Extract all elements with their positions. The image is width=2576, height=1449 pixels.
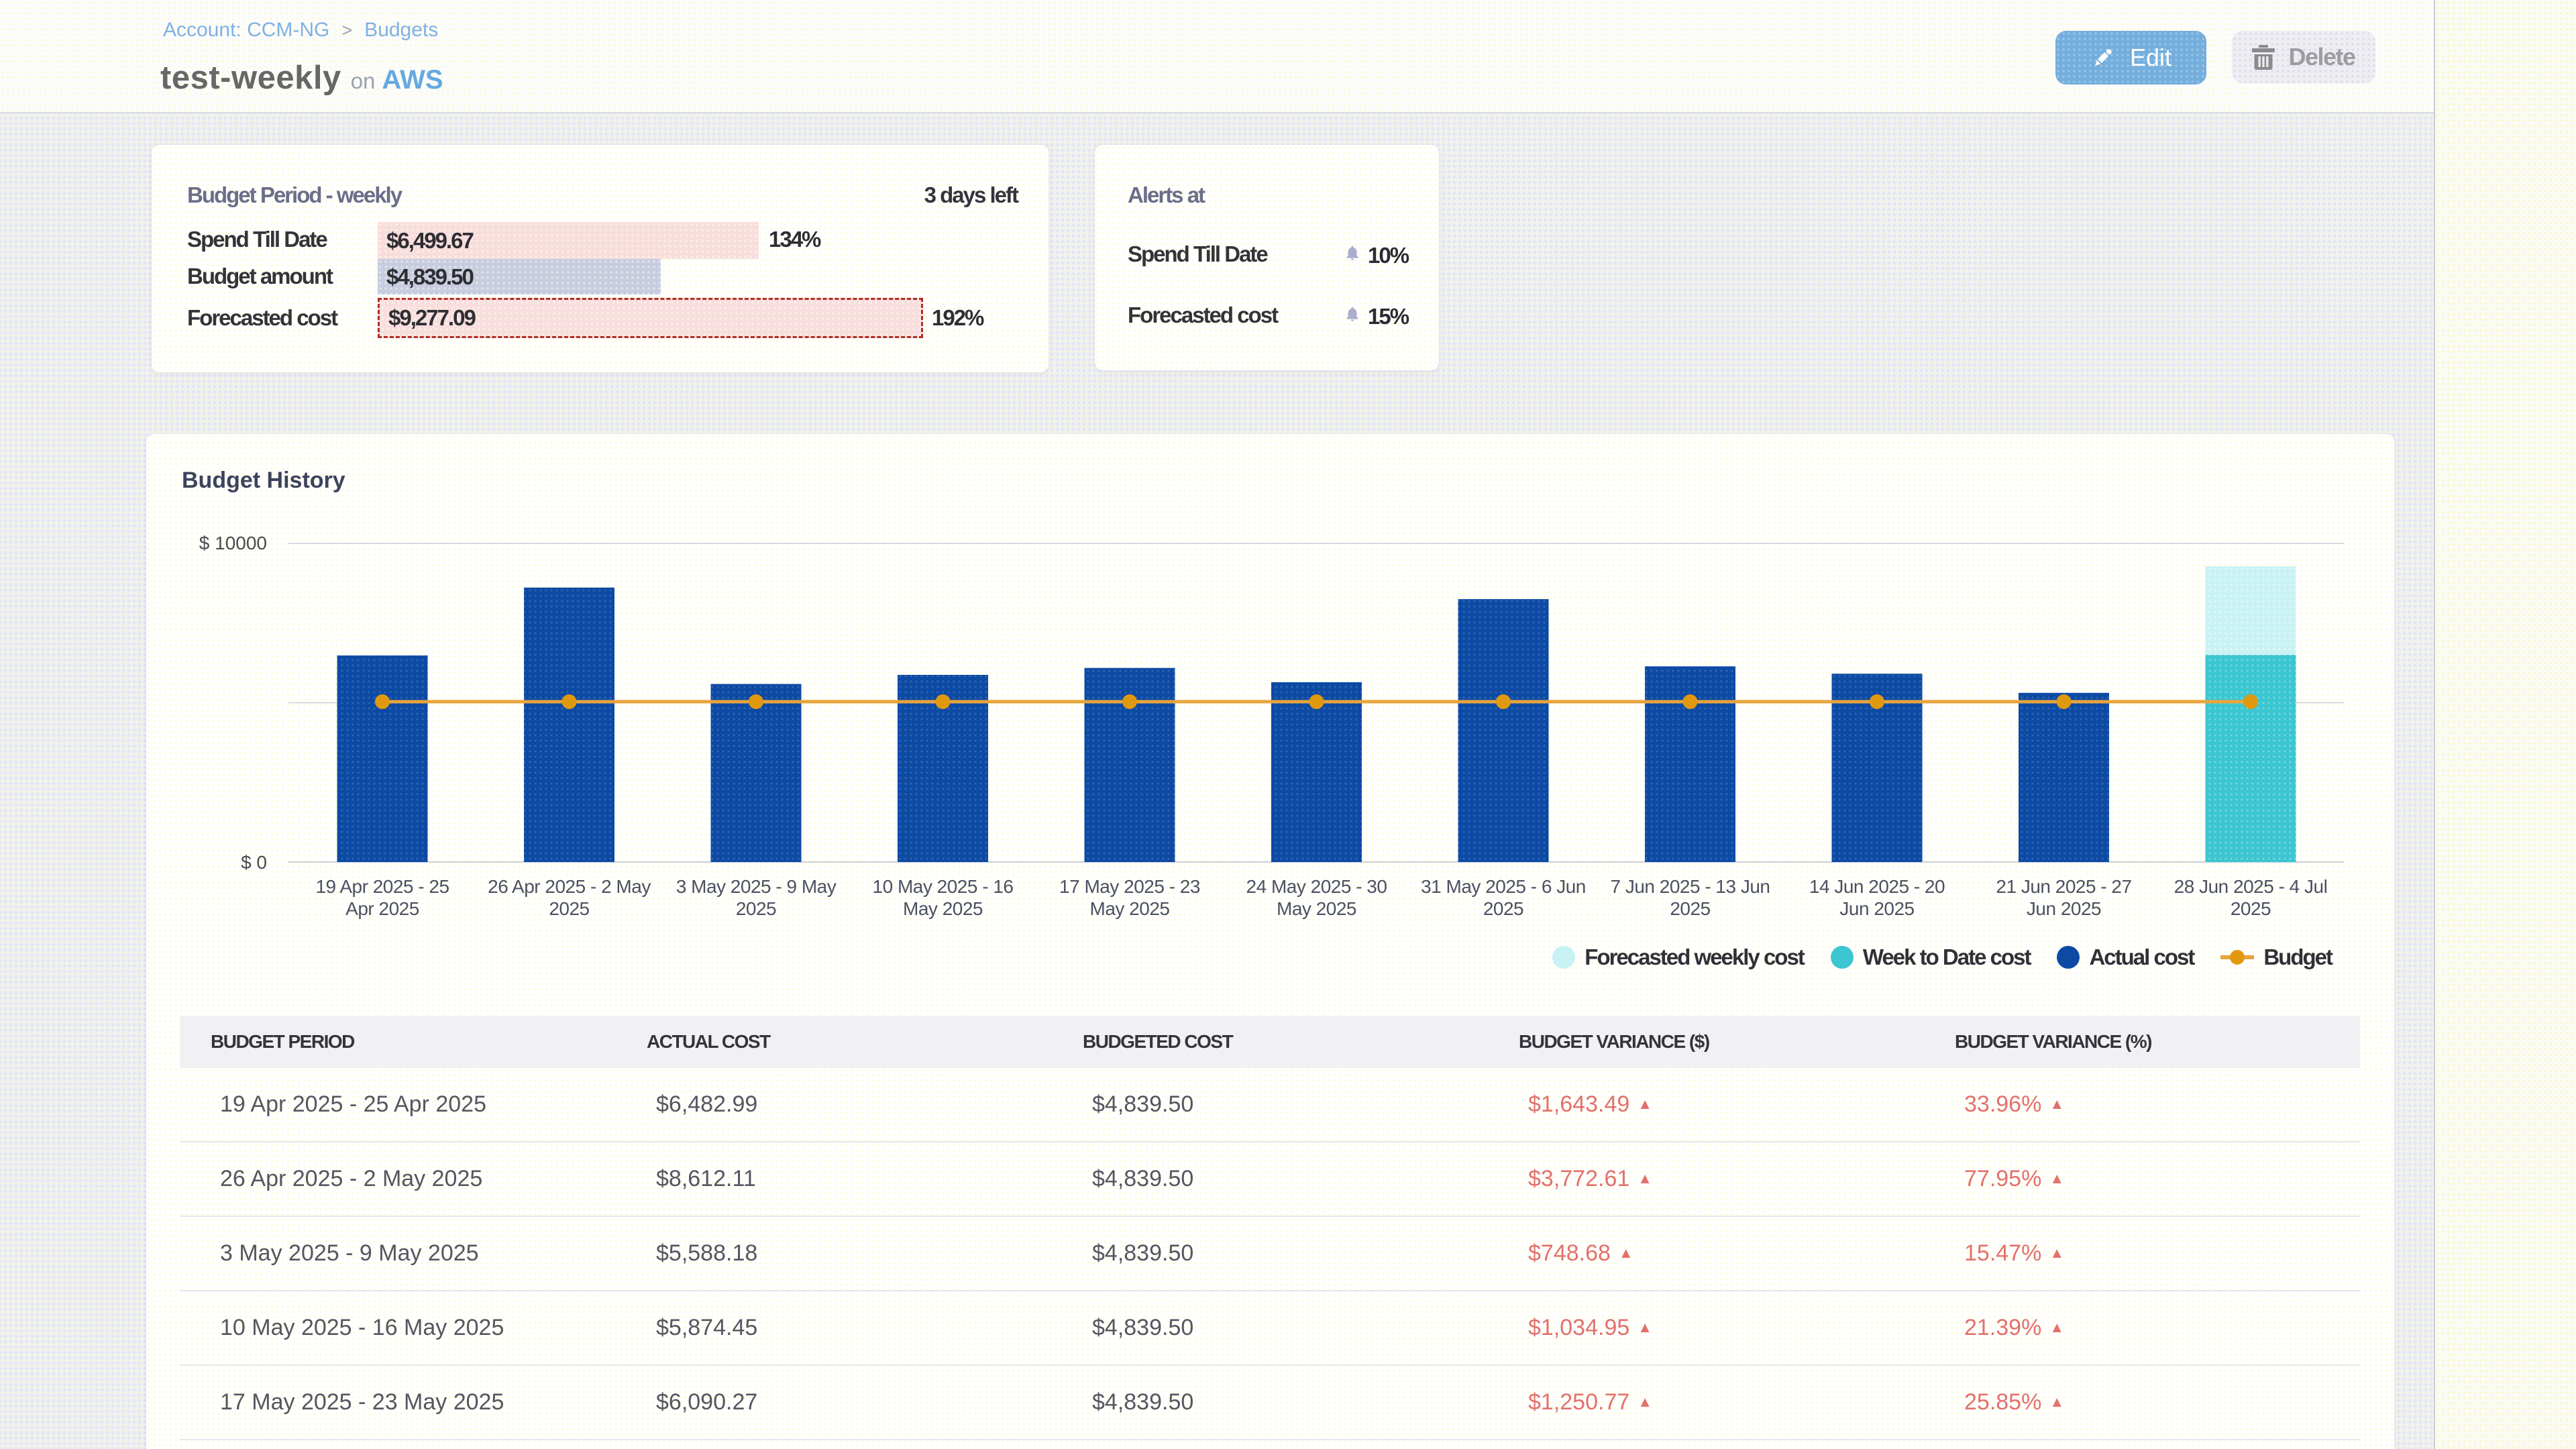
svg-text:24 May 2025 - 30: 24 May 2025 - 30 bbox=[1246, 876, 1387, 897]
svg-text:2025: 2025 bbox=[1483, 898, 1523, 919]
svg-text:21 Jun 2025 - 27: 21 Jun 2025 - 27 bbox=[1996, 876, 2131, 897]
svg-text:May 2025: May 2025 bbox=[903, 898, 983, 919]
svg-text:31 May 2025 - 6 Jun: 31 May 2025 - 6 Jun bbox=[1421, 876, 1586, 897]
svg-text:17 May 2025 - 23: 17 May 2025 - 23 bbox=[1059, 876, 1200, 897]
svg-text:10 May 2025 - 16: 10 May 2025 - 16 bbox=[873, 876, 1014, 897]
svg-text:$ 0: $ 0 bbox=[241, 852, 267, 873]
svg-text:May 2025: May 2025 bbox=[1090, 898, 1170, 919]
svg-text:14 Jun 2025 - 20: 14 Jun 2025 - 20 bbox=[1809, 876, 1945, 897]
svg-text:3 May 2025 - 9 May: 3 May 2025 - 9 May bbox=[676, 876, 837, 897]
svg-text:28 Jun 2025 - 4 Jul: 28 Jun 2025 - 4 Jul bbox=[2174, 876, 2328, 897]
svg-text:Apr 2025: Apr 2025 bbox=[345, 898, 419, 919]
svg-text:$ 10000: $ 10000 bbox=[199, 533, 267, 553]
svg-text:7 Jun 2025 - 13 Jun: 7 Jun 2025 - 13 Jun bbox=[1610, 876, 1770, 897]
svg-text:19 Apr 2025 - 25: 19 Apr 2025 - 25 bbox=[315, 876, 449, 897]
svg-text:2025: 2025 bbox=[1670, 898, 1710, 919]
svg-text:26 Apr 2025 - 2 May: 26 Apr 2025 - 2 May bbox=[488, 876, 651, 897]
svg-text:2025: 2025 bbox=[549, 898, 589, 919]
svg-text:2025: 2025 bbox=[736, 898, 776, 919]
svg-text:Jun 2025: Jun 2025 bbox=[1839, 898, 1914, 919]
svg-text:May 2025: May 2025 bbox=[1277, 898, 1356, 919]
svg-text:Jun 2025: Jun 2025 bbox=[2027, 898, 2101, 919]
svg-text:2025: 2025 bbox=[2231, 898, 2271, 919]
